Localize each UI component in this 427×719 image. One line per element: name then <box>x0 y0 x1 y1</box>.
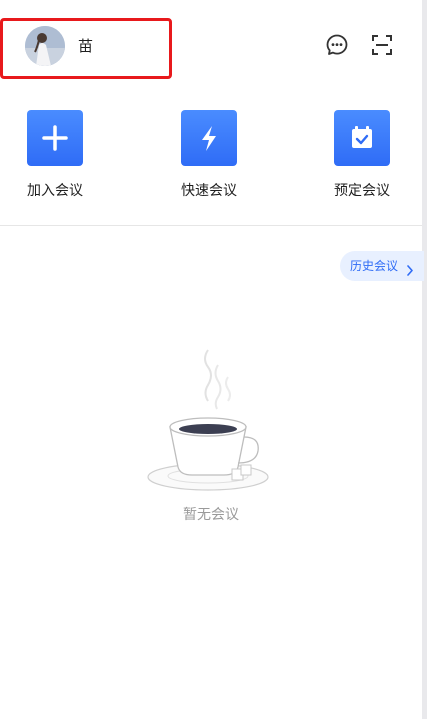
scroll-edge <box>422 0 427 719</box>
header: 苗 <box>0 0 422 90</box>
quick-meeting-button[interactable]: 快速会议 <box>169 110 249 205</box>
schedule-meeting-button[interactable]: 预定会议 <box>322 110 402 205</box>
chat-bubble-icon[interactable] <box>325 33 349 57</box>
chevron-right-icon <box>406 261 414 280</box>
calendar-check-icon <box>334 110 390 166</box>
coffee-cup-illustration <box>140 345 275 495</box>
schedule-meeting-label: 预定会议 <box>334 183 390 199</box>
user-name: 苗 <box>78 37 94 55</box>
empty-state-text: 暂无会议 <box>183 507 239 523</box>
history-meetings-button[interactable]: 历史会议 <box>340 251 424 281</box>
join-meeting-button[interactable]: 加入会议 <box>15 110 95 205</box>
divider <box>0 225 422 226</box>
scan-frame-icon[interactable] <box>370 33 394 57</box>
quick-actions: 加入会议 快速会议 预定会议 <box>0 110 422 210</box>
quick-meeting-label: 快速会议 <box>181 183 237 199</box>
join-meeting-label: 加入会议 <box>27 183 83 199</box>
lightning-icon <box>181 110 237 166</box>
plus-icon <box>27 110 83 166</box>
history-meetings-label: 历史会议 <box>350 259 399 273</box>
avatar[interactable] <box>25 26 65 66</box>
